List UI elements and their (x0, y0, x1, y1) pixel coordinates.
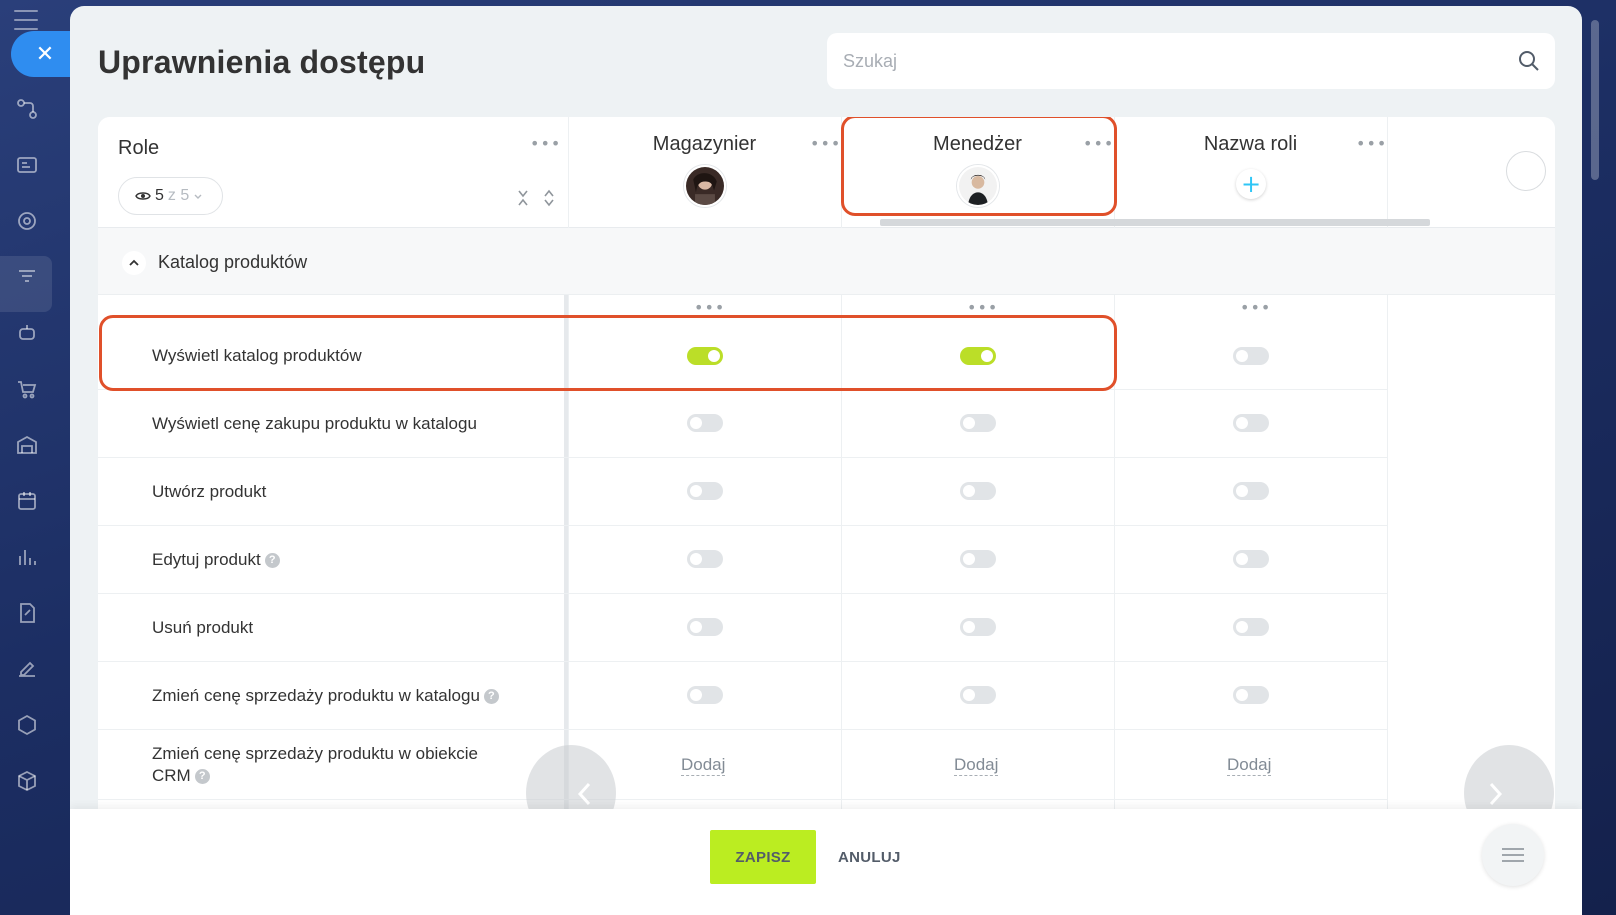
permission-label: Edytuj produkt? (152, 549, 522, 571)
signature-icon[interactable] (13, 655, 41, 683)
column-more-icon[interactable]: ••• (967, 300, 998, 316)
roles-more-icon[interactable]: ••• (530, 136, 561, 152)
permission-label-text: Zmień cenę sprzedaży produktu w katalogu (152, 686, 480, 705)
permission-toggle[interactable] (1233, 482, 1269, 500)
permission-toggle[interactable] (687, 414, 723, 432)
add-value-link[interactable]: Dodaj (1227, 755, 1272, 776)
access-rights-panel: Uprawnienia dostępu Role ••• 5 z 5 Magaz… (70, 6, 1582, 915)
plus-icon: + (1240, 170, 1262, 198)
permission-toggle[interactable] (687, 618, 723, 636)
role-name: Nazwa roli (1203, 133, 1298, 155)
page-title: Uprawnienia dostępu (98, 44, 426, 80)
warehouse-icon[interactable] (13, 431, 41, 459)
cancel-button[interactable]: ANULUJ (838, 849, 901, 866)
add-role-button[interactable] (1506, 151, 1546, 191)
highlight-permission-row (99, 315, 1117, 391)
help-icon[interactable]: ? (483, 689, 499, 705)
target-icon[interactable] (13, 207, 41, 235)
chevron-right-icon (1489, 782, 1503, 806)
permission-label-text: Edytuj produkt (152, 550, 261, 569)
left-sidebar: ✕ (0, 0, 71, 915)
list-menu-icon[interactable] (1482, 824, 1544, 886)
permission-row: Wyświetl cenę zakupu produktu w katalogu (98, 390, 1388, 458)
permission-row: Zmień cenę sprzedaży produktu w obiekcie… (98, 730, 1388, 800)
funnel-icon[interactable] (13, 263, 41, 291)
permission-row: Edytuj produkt? (98, 526, 1388, 594)
document-edit-icon[interactable] (13, 599, 41, 627)
expand-collapse-controls (516, 189, 556, 207)
calendar-icon[interactable] (13, 487, 41, 515)
chevron-up-icon[interactable] (122, 251, 146, 275)
visible-count: 5 (155, 187, 164, 204)
permission-toggle[interactable] (1233, 618, 1269, 636)
role-column-magazynier: Magazynier ••• (568, 117, 841, 228)
role-more-icon[interactable]: ••• (810, 136, 841, 152)
permission-toggle[interactable] (960, 618, 996, 636)
permission-toggle[interactable] (687, 550, 723, 568)
add-value-link[interactable]: Dodaj (954, 755, 999, 776)
cart-icon[interactable] (13, 375, 41, 403)
save-button[interactable]: ZAPISZ (710, 830, 816, 884)
expand-all-icon[interactable] (542, 189, 556, 207)
permission-toggle[interactable] (1233, 414, 1269, 432)
help-icon[interactable]: ? (194, 769, 210, 785)
automation-icon[interactable] (13, 95, 41, 123)
page-scrollbar[interactable] (1591, 20, 1599, 180)
permission-row: Usuń produkt (98, 594, 1388, 662)
permission-toggle[interactable] (960, 414, 996, 432)
close-button[interactable]: ✕ (11, 31, 71, 77)
permission-row: Utwórz produkt (98, 458, 1388, 526)
hexagon-icon[interactable] (13, 711, 41, 739)
chevron-left-icon (577, 782, 591, 806)
roles-title: Role (118, 137, 160, 159)
add-value-link[interactable]: Dodaj (681, 755, 726, 776)
visible-roles-selector[interactable]: 5 z 5 (118, 177, 223, 215)
column-more-icon[interactable]: ••• (1240, 300, 1271, 316)
analytics-icon[interactable] (13, 543, 41, 571)
permission-label: Zmień cenę sprzedaży produktu w katalogu… (152, 685, 522, 707)
permission-label: Usuń produkt (152, 618, 254, 637)
permission-label: Wyświetl cenę zakupu produktu w katalogu (152, 414, 477, 433)
box-icon[interactable] (13, 767, 41, 795)
eye-icon (135, 192, 151, 200)
search-box[interactable] (827, 33, 1555, 89)
help-icon[interactable]: ? (264, 553, 280, 569)
permission-toggle[interactable] (687, 686, 723, 704)
footer-bar: ZAPISZ ANULUJ (70, 809, 1582, 915)
permission-toggle[interactable] (687, 482, 723, 500)
permission-toggle[interactable] (1233, 550, 1269, 568)
robot-icon[interactable] (13, 319, 41, 347)
roles-header-row: Role ••• 5 z 5 Magazynier ••• Menedżer •… (98, 117, 1555, 228)
close-icon: ✕ (35, 41, 55, 67)
avatar[interactable] (684, 165, 726, 207)
role-more-icon[interactable]: ••• (1356, 136, 1387, 152)
contact-card-icon[interactable] (13, 151, 41, 179)
role-column-new: Nazwa roli ••• + (1114, 117, 1387, 228)
permission-label: Utwórz produkt (152, 482, 267, 501)
search-input[interactable] (843, 47, 1483, 75)
add-user-button[interactable]: + (1236, 169, 1266, 199)
section-title: Katalog produktów (158, 252, 308, 272)
permissions-table: Role ••• 5 z 5 Magazynier ••• Menedżer •… (98, 117, 1555, 915)
permission-toggle[interactable] (960, 482, 996, 500)
search-icon[interactable] (1517, 49, 1541, 73)
column-more-icon[interactable]: ••• (694, 300, 725, 316)
section-header[interactable]: Katalog produktów (98, 228, 1555, 295)
hamburger-icon[interactable] (14, 10, 38, 30)
chevron-down-icon (194, 194, 202, 199)
permission-toggle[interactable] (960, 550, 996, 568)
highlight-role-column (841, 117, 1117, 216)
role-name: Magazynier (652, 133, 757, 155)
column-separator (1387, 117, 1388, 228)
permission-toggle[interactable] (1233, 686, 1269, 704)
permission-toggle[interactable] (960, 686, 996, 704)
permission-toggle[interactable] (1233, 347, 1269, 365)
collapse-all-icon[interactable] (516, 189, 530, 207)
permission-label: Zmień cenę sprzedaży produktu w obiekcie… (152, 743, 512, 787)
horizontal-scrollbar[interactable] (880, 219, 1430, 226)
total-count: z 5 (167, 187, 190, 204)
permission-row: Zmień cenę sprzedaży produktu w katalogu… (98, 662, 1388, 730)
